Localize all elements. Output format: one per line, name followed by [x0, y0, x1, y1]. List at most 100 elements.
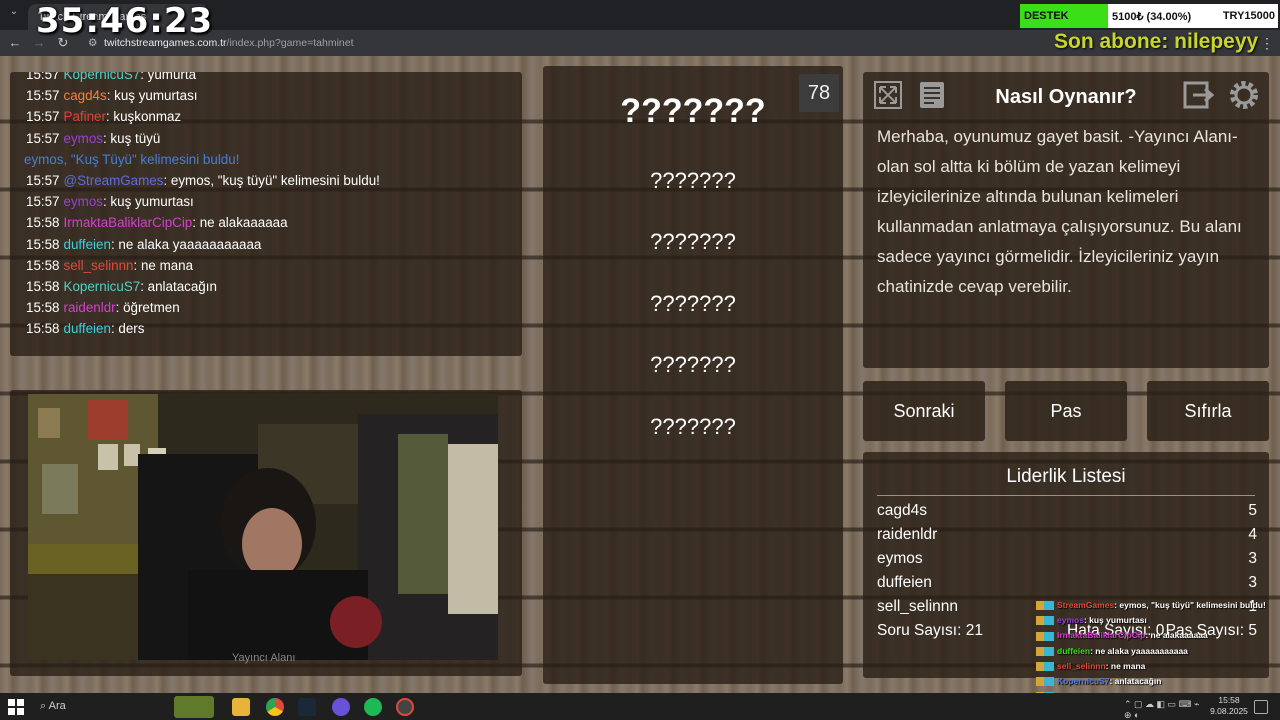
- chat-timestamp: 15:57: [26, 172, 60, 188]
- notification-icon[interactable]: [1254, 700, 1268, 714]
- chat-timestamp: 15:57: [26, 194, 60, 210]
- leaderboard-row: cagd4s 5: [877, 502, 1257, 526]
- chat-username[interactable]: KopernicuS7: [64, 279, 141, 294]
- chat-timestamp: 15:58: [26, 300, 60, 316]
- chat-message: 15:58 raidenldr: öğretmen: [26, 297, 522, 318]
- chat-text: ne mana: [140, 257, 194, 273]
- chat-message: 15:58 sell_selinnn: ne mana: [26, 255, 522, 276]
- obs-icon[interactable]: [396, 698, 414, 716]
- latest-subscriber: Son abone: nilepeyy: [1054, 30, 1259, 53]
- search-icon: ⌕: [40, 700, 49, 712]
- player-score: 3: [1248, 574, 1257, 591]
- overlay-chat-message: sell_selinnn: ne mana: [1036, 659, 1280, 674]
- forbidden-word: ???????: [650, 414, 736, 439]
- overlay-chat-text: kuş yumurtası: [1089, 615, 1147, 626]
- widgets-icon[interactable]: [174, 696, 214, 718]
- gear-icon[interactable]: [1227, 78, 1261, 112]
- chat-username[interactable]: eymos: [64, 194, 103, 209]
- badge-icon: [1036, 646, 1054, 656]
- file-explorer-icon[interactable]: [232, 698, 250, 716]
- webcam-video: [28, 394, 498, 660]
- overlay-chat-message: duffeien: ne alaka yaaaaaaaaaaa: [1036, 644, 1280, 659]
- player-name: raidenldr: [877, 526, 938, 543]
- discord-icon[interactable]: [332, 698, 350, 716]
- overlay-chat-username: StreamGames: [1057, 600, 1115, 610]
- chat-username[interactable]: raidenldr: [64, 300, 116, 315]
- chat-text: ders: [118, 321, 145, 337]
- forbidden-word: ???????: [650, 291, 736, 316]
- chat-text: kuş yumurtası: [114, 88, 198, 104]
- url-path: /index.php?game=tahminet: [226, 37, 354, 49]
- chat-username[interactable]: eymos: [64, 131, 103, 146]
- taskbar-clock[interactable]: 15:58 9.08.2025: [1206, 695, 1252, 719]
- chat-timestamp: 15:58: [26, 321, 60, 337]
- tab-search-icon[interactable]: ⌄: [6, 6, 22, 22]
- chat-username[interactable]: Pafiner: [64, 109, 106, 124]
- chat-text: ne alakaaaaaa: [199, 215, 288, 231]
- steam-icon[interactable]: [298, 698, 316, 716]
- badge-icon: [1036, 677, 1054, 687]
- chat-message: 15:57 cagd4s: kuş yumurtası: [26, 85, 522, 106]
- how-to-play-text: Merhaba, oyunumuz gayet basit. -Yayıncı …: [877, 127, 1242, 296]
- chrome-icon[interactable]: [266, 698, 284, 716]
- next-button[interactable]: Sonraki: [863, 381, 985, 441]
- address-bar[interactable]: ⚙ twitchstreamgames.com.tr/index.php?game…: [88, 34, 988, 52]
- chat-timestamp: 15:57: [26, 72, 60, 82]
- chat-username[interactable]: sell_selinnn: [64, 258, 134, 273]
- overlay-chat-text: ne mana: [1110, 660, 1146, 671]
- player-score: 3: [1248, 550, 1257, 567]
- taskbar-search-placeholder: Ara: [48, 700, 66, 712]
- chat-message: 15:57 eymos: kuş tüyü: [26, 128, 522, 149]
- badge-icon: [1036, 662, 1054, 671]
- exit-icon[interactable]: [1181, 78, 1215, 112]
- chat-message: 15:58 duffeien: ders: [26, 318, 522, 339]
- player-name: cagd4s: [877, 502, 927, 519]
- windows-taskbar: ⌕ Ara ⌃ ▢ ☁ ◧ ▭ ⌨ ⌁ ⊕ ◐ 15:58 9.08.2025: [0, 693, 1280, 720]
- overlay-chat-message: IrmaktaBaliklarCipCip: ne alakaaaaaa: [1036, 628, 1280, 643]
- leaderboard-divider: [877, 495, 1255, 496]
- chat-username[interactable]: duffeien: [64, 321, 111, 336]
- chat-message: 15:58 IrmaktaBaliklarCipCip: ne alakaaaaa…: [26, 212, 522, 233]
- chat-text: anlatacağın: [147, 278, 217, 294]
- donation-goal: TRY15000: [1222, 10, 1275, 22]
- forbidden-word: ???????: [650, 229, 736, 254]
- chat-message: 15:57 eymos: kuş yumurtası: [26, 191, 522, 212]
- chat-timestamp: 15:58: [26, 257, 60, 273]
- chat-username[interactable]: IrmaktaBaliklarCipCip: [64, 215, 193, 230]
- reset-button[interactable]: Sıfırla: [1147, 381, 1269, 441]
- chat-username[interactable]: KopernicuS7: [64, 72, 141, 82]
- stream-clock: 35:46:23: [36, 1, 214, 41]
- screen: ⌄ Twitch Stream Games ← → ↻ ⚙ twitchstrea…: [0, 0, 1280, 720]
- chat-panel: 15:57 KopernicuS7: yumurta 15:57 cagd4s: ku…: [10, 72, 522, 356]
- spotify-icon[interactable]: [364, 698, 382, 716]
- chat-separator: :: [163, 172, 171, 188]
- chat-timestamp: 15:57: [26, 130, 60, 146]
- taskbar-time: 15:58: [1218, 695, 1240, 705]
- chat-timestamp: 15:58: [26, 215, 60, 231]
- streamer-area: Yayıncı Alanı: [10, 390, 522, 676]
- chat-username[interactable]: @StreamGames: [64, 173, 164, 188]
- system-tray[interactable]: ⌃ ▢ ☁ ◧ ▭ ⌨ ⌁ ⊕ ◐: [1124, 699, 1208, 720]
- chat-text: kuşkonmaz: [113, 109, 182, 125]
- badge-icon: [1036, 616, 1054, 626]
- leaderboard-row: duffeien 3: [877, 574, 1257, 598]
- overlay-chat-text: eymos, "kuş tüyü" kelimesini buldu!: [1119, 600, 1266, 610]
- chat-text: eymos, "kuş tüyü" kelimesini buldu!: [170, 172, 380, 188]
- donation-label: DESTEK: [1024, 10, 1069, 22]
- overlay-chat-username: KopernicuS7: [1057, 675, 1110, 686]
- chat-text: öğretmen: [123, 300, 180, 316]
- windows-start-icon[interactable]: [8, 699, 24, 715]
- overlay-chat-text: anlatacağın: [1114, 675, 1162, 686]
- taskbar-date: 9.08.2025: [1210, 706, 1248, 716]
- back-icon[interactable]: ←: [6, 34, 24, 52]
- badge-icon: [1036, 631, 1054, 641]
- pass-button[interactable]: Pas: [1005, 381, 1127, 441]
- chat-timestamp: 15:58: [26, 236, 60, 252]
- leaderboard-row: raidenldr 4: [877, 526, 1257, 550]
- chat-username[interactable]: cagd4s: [64, 88, 107, 103]
- browser-menu-icon[interactable]: ⋮: [1260, 34, 1274, 52]
- taskbar-search[interactable]: ⌕ Ara: [32, 696, 162, 717]
- leaderboard-title: Liderlik Listesi: [1006, 466, 1126, 487]
- chat-username[interactable]: duffeien: [64, 237, 111, 252]
- question-count: Soru Sayısı: 21: [877, 622, 983, 639]
